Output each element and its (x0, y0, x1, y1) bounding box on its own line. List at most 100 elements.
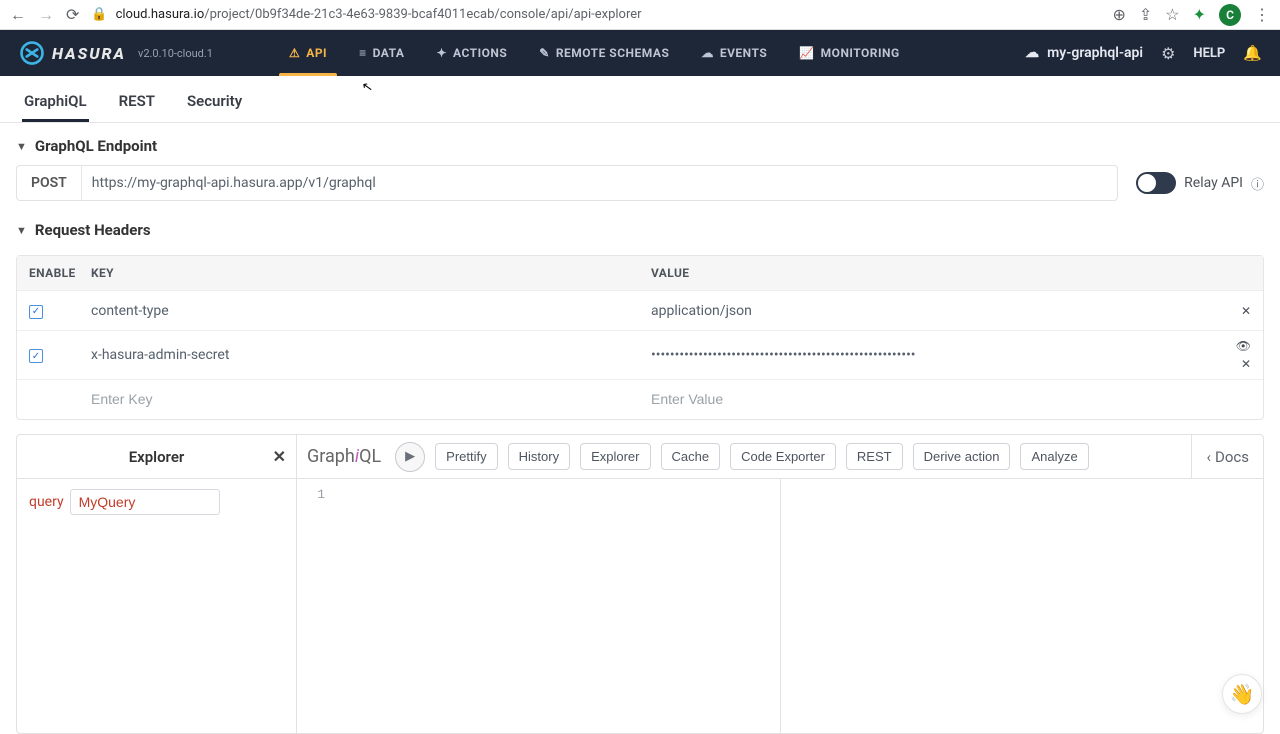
http-method: POST (17, 166, 82, 200)
kebab-icon[interactable]: ⋮ (1254, 5, 1270, 24)
nav-remote-schemas[interactable]: ✎ REMOTE SCHEMAS (523, 30, 685, 76)
warning-icon: ⚠ (289, 46, 300, 60)
avatar[interactable]: C (1219, 4, 1241, 26)
gear-icon[interactable]: ⚙ (1161, 44, 1175, 63)
graphiql-toolbar: GraphiQL ▶ Prettify History Explorer Cac… (297, 435, 1263, 479)
nav-data[interactable]: ≡ DATA (343, 30, 420, 76)
relay-toggle[interactable] (1136, 172, 1176, 194)
chevron-down-icon: ▼ (16, 140, 27, 153)
forward-icon[interactable]: → (38, 5, 54, 25)
result-pane (781, 479, 1264, 733)
cloud-icon: ☁ (1025, 45, 1039, 61)
nav-label: ACTIONS (453, 46, 507, 60)
explorer-button[interactable]: Explorer (580, 443, 650, 470)
info-icon[interactable]: ⓘ (1251, 174, 1264, 193)
table-row: ✓ content-type application/json ✕ (17, 290, 1263, 330)
query-name-input[interactable] (70, 489, 220, 515)
header-key[interactable]: x-hasura-admin-secret (91, 347, 651, 363)
share-icon[interactable]: ⇪ (1139, 5, 1152, 24)
run-button[interactable]: ▶ (395, 442, 425, 472)
project-name: my-graphql-api (1047, 45, 1143, 61)
section-title: GraphQL Endpoint (35, 137, 157, 155)
star-icon[interactable]: ☆ (1165, 5, 1179, 24)
endpoint-input: POST https://my-graphql-api.hasura.app/v… (16, 165, 1118, 201)
remove-icon[interactable]: ✕ (1241, 304, 1251, 318)
address-bar[interactable]: 🔒 cloud.hasura.io/project/0b9f34de-21c3-… (91, 7, 1100, 22)
analyze-button[interactable]: Analyze (1020, 443, 1088, 470)
monitoring-icon: 📈 (799, 46, 814, 60)
back-icon[interactable]: ← (10, 5, 26, 25)
help-link[interactable]: HELP (1193, 46, 1225, 61)
header-value-input[interactable] (651, 391, 1211, 407)
nav-api[interactable]: ⚠ API (273, 30, 343, 76)
history-button[interactable]: History (508, 443, 570, 470)
section-title: Request Headers (35, 221, 151, 239)
prettify-button[interactable]: Prettify (435, 443, 497, 470)
hasura-logo-icon (18, 39, 46, 67)
section-headers: ▼ Request Headers (0, 207, 1280, 255)
nav-label: REMOTE SCHEMAS (556, 46, 670, 60)
header-value[interactable]: application/json (651, 303, 1211, 319)
remove-icon[interactable]: ✕ (1241, 357, 1251, 371)
chevron-down-icon: ▼ (16, 224, 27, 237)
chevron-left-icon: ‹ (1206, 448, 1211, 466)
brand[interactable]: HASURA v2.0.10-cloud.1 (18, 39, 213, 67)
rest-button[interactable]: REST (846, 443, 903, 470)
url-path: /project/0b9f34de-21c3-4e63-9839-bcaf401… (204, 7, 641, 22)
nav-actions[interactable]: ✦ ACTIONS (420, 30, 523, 76)
browser-chrome: ← → ⟳ 🔒 cloud.hasura.io/project/0b9f34de… (0, 0, 1280, 30)
col-value: VALUE (651, 266, 1211, 280)
database-icon: ≡ (359, 46, 367, 60)
graphiql-ide: Explorer ✕ query GraphiQL ▶ Prettify His… (16, 434, 1264, 734)
nav-monitoring[interactable]: 📈 MONITORING (783, 30, 915, 76)
cache-button[interactable]: Cache (661, 443, 721, 470)
query-editor[interactable]: 1 (297, 479, 781, 733)
code-exporter-button[interactable]: Code Exporter (730, 443, 836, 470)
nav-label: API (306, 46, 327, 60)
col-key: KEY (91, 266, 651, 280)
section-head-endpoint[interactable]: ▼ GraphQL Endpoint (16, 137, 1264, 155)
headers-table: ENABLE KEY VALUE ✓ content-type applicat… (16, 255, 1264, 420)
project-chip[interactable]: ☁ my-graphql-api (1025, 45, 1143, 61)
nav-events[interactable]: ☁ EVENTS (685, 30, 783, 76)
reload-icon[interactable]: ⟳ (66, 5, 79, 24)
tab-security[interactable]: Security (185, 84, 244, 122)
endpoint-url[interactable]: https://my-graphql-api.hasura.app/v1/gra… (82, 175, 1117, 191)
explorer-pane: Explorer ✕ query (17, 435, 297, 733)
col-enable: ENABLE (29, 266, 91, 280)
cursor-icon: ↖ (361, 79, 374, 96)
chat-bubble[interactable]: 👋 (1222, 674, 1262, 714)
table-row (17, 379, 1263, 419)
section-head-headers[interactable]: ▼ Request Headers (16, 221, 1264, 239)
bell-icon[interactable]: 🔔 (1243, 44, 1262, 62)
eye-icon[interactable]: 👁 (1236, 339, 1251, 353)
url-host: cloud.hasura.io (116, 7, 205, 22)
docs-button[interactable]: ‹ Docs (1191, 435, 1263, 478)
events-icon: ☁ (701, 46, 714, 60)
brand-version: v2.0.10-cloud.1 (138, 47, 213, 60)
derive-action-button[interactable]: Derive action (913, 443, 1011, 470)
header-key-input[interactable] (91, 391, 651, 407)
section-endpoint: ▼ GraphQL Endpoint POST https://my-graph… (0, 123, 1280, 207)
enable-checkbox[interactable]: ✓ (29, 305, 43, 319)
line-number: 1 (297, 479, 333, 733)
header-key[interactable]: content-type (91, 303, 651, 319)
graphiql-title: GraphiQL (307, 446, 381, 467)
nav-label: DATA (373, 46, 405, 60)
relay-label: Relay API (1184, 175, 1243, 191)
brand-name: HASURA (52, 44, 126, 63)
header-value[interactable]: ••••••••••••••••••••••••••••••••••••••••… (651, 347, 1211, 363)
top-nav: HASURA v2.0.10-cloud.1 ⚠ API ≡ DATA ✦ AC… (0, 30, 1280, 76)
subtabs: GraphiQL REST Security (0, 76, 1280, 123)
enable-checkbox[interactable]: ✓ (29, 349, 43, 363)
actions-icon: ✦ (436, 46, 447, 60)
extensions-icon[interactable]: ✦ (1193, 5, 1206, 24)
nav-label: MONITORING (821, 46, 900, 60)
table-row: ✓ x-hasura-admin-secret ••••••••••••••••… (17, 330, 1263, 379)
zoom-icon[interactable]: ⊕ (1112, 5, 1125, 24)
tab-graphiql[interactable]: GraphiQL (22, 84, 89, 122)
tab-rest[interactable]: REST (117, 84, 157, 122)
nav-label: EVENTS (720, 46, 767, 60)
close-icon[interactable]: ✕ (273, 447, 286, 466)
explorer-title: Explorer (129, 448, 185, 466)
